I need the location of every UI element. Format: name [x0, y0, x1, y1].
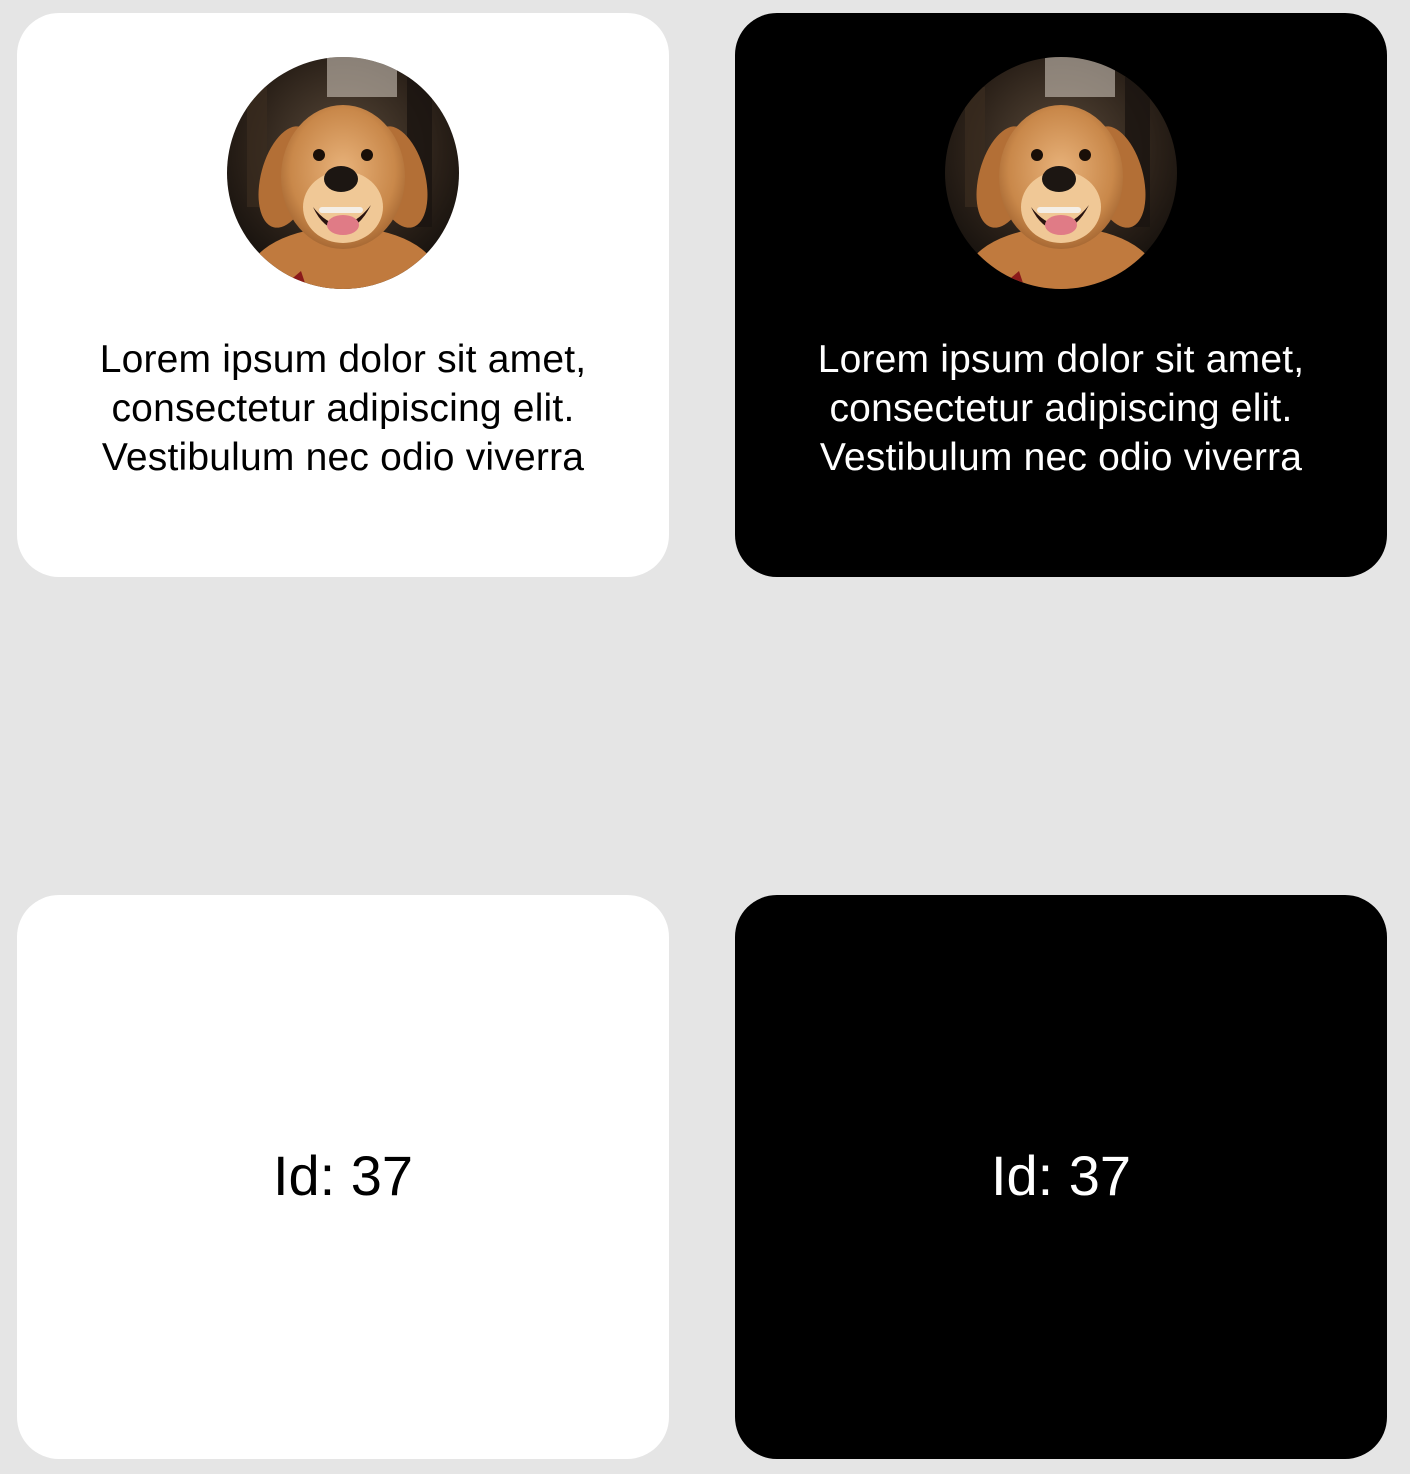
- card-id-label: Id: 37: [272, 1144, 414, 1207]
- card-id-label: Id: 37: [990, 1144, 1132, 1207]
- dog-photo-avatar: [945, 57, 1177, 289]
- card-dark-with-image[interactable]: Lorem ipsum dolor sit amet, consectetur …: [735, 13, 1387, 577]
- dog-photo-avatar: [227, 57, 459, 289]
- card-description: Lorem ipsum dolor sit amet, consectetur …: [99, 338, 587, 479]
- card-light-with-image[interactable]: Lorem ipsum dolor sit amet, consectetur …: [17, 13, 669, 577]
- card-dark-id[interactable]: Id: 37: [735, 895, 1387, 1459]
- card-description: Lorem ipsum dolor sit amet, consectetur …: [817, 338, 1305, 479]
- card-light-id[interactable]: Id: 37: [17, 895, 669, 1459]
